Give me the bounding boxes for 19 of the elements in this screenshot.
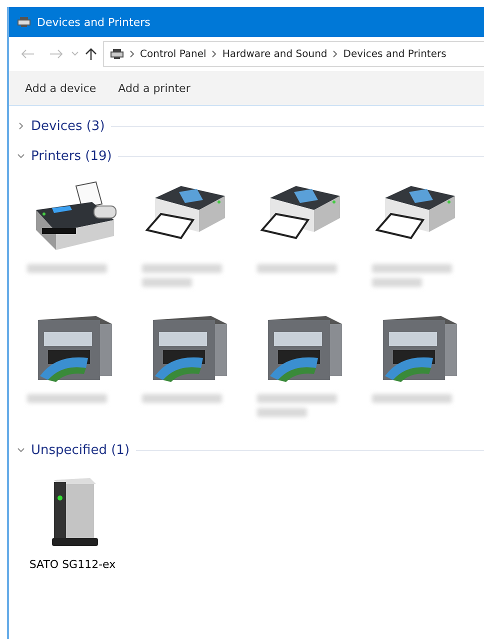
window-title: Devices and Printers: [37, 16, 150, 28]
breadcrumb[interactable]: Control Panel: [140, 48, 206, 60]
separator-icon: [211, 50, 218, 58]
toolbar-button[interactable]: Add a printer: [118, 80, 190, 96]
group-header[interactable]: Devices (3): [31, 118, 105, 134]
chevron-icon[interactable]: [17, 446, 25, 454]
breadcrumb[interactable]: Hardware and Sound: [222, 48, 328, 60]
printer-icon: [17, 16, 31, 28]
address-bar[interactable]: Control Panel Hardware and Sound Devices and Printers: [103, 41, 484, 67]
separator-icon: [332, 50, 338, 58]
toolbar-button[interactable]: Add a device: [25, 80, 96, 96]
chevron-icon[interactable]: [17, 122, 25, 130]
chevron-icon[interactable]: [17, 152, 25, 160]
printer-icon: [110, 48, 124, 60]
separator-icon: [129, 50, 135, 58]
breadcrumb[interactable]: Devices and Printers: [343, 48, 446, 60]
group-header[interactable]: Printers (19): [31, 148, 112, 164]
device-label: SATO SG112-ex: [29, 558, 116, 571]
group-header[interactable]: Unspecified (1): [31, 442, 130, 458]
